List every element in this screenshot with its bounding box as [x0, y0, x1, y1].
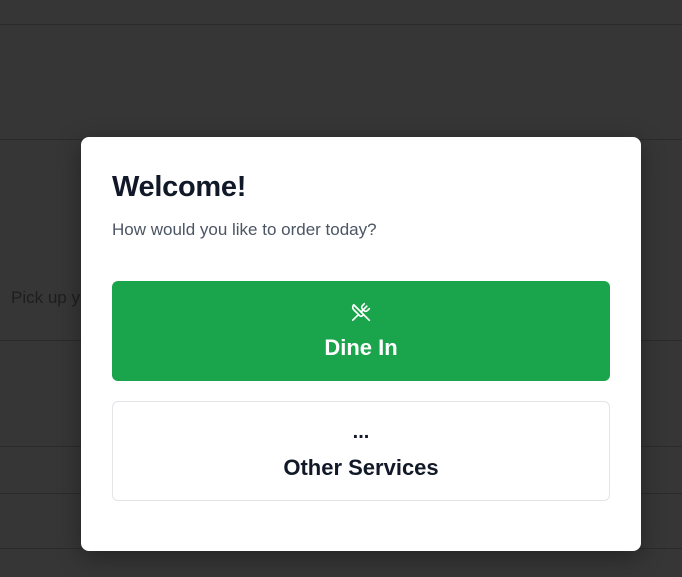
modal-title: Welcome!: [112, 171, 247, 203]
utensils-crossed-icon: [351, 301, 371, 323]
app-root: Pick up y Welcome! How would you like to…: [0, 0, 682, 577]
more-dots-icon: ...: [353, 421, 370, 443]
more-dots-glyph: ...: [352, 421, 370, 443]
dine-in-button[interactable]: Dine In: [112, 281, 610, 381]
modal-subtitle: How would you like to order today?: [112, 220, 377, 239]
dine-in-label: Dine In: [324, 335, 398, 360]
order-type-modal: Welcome! How would you like to order tod…: [81, 137, 641, 551]
other-services-button[interactable]: ... Other Services: [112, 401, 610, 501]
other-services-label: Other Services: [283, 455, 439, 480]
